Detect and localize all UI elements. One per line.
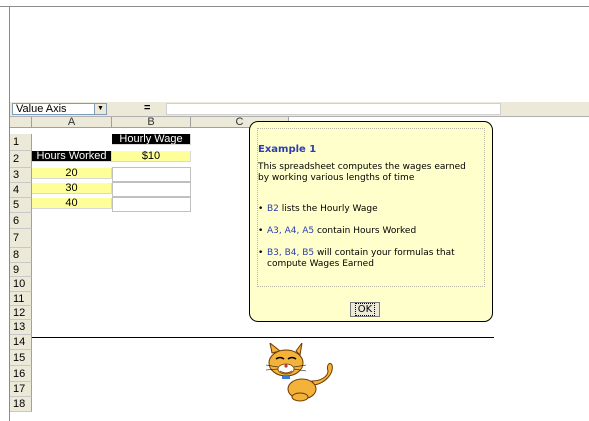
column-header-a[interactable]: A	[32, 117, 112, 128]
row-header-12[interactable]: 12	[10, 306, 32, 320]
row-header-13[interactable]: 13	[10, 320, 32, 335]
cell-reference: B2	[267, 204, 279, 214]
chart-border-line	[32, 337, 494, 338]
row-header-7[interactable]: 7	[10, 229, 32, 248]
cell-reference: B3, B4, B5	[267, 248, 315, 258]
bullet-icon: •	[258, 204, 264, 214]
row-header-15[interactable]: 15	[10, 350, 32, 366]
cell-a3[interactable]: 20	[32, 168, 112, 179]
callout-title: Example 1	[258, 144, 317, 155]
row-header-1[interactable]: 1	[10, 134, 32, 151]
row-header-6[interactable]: 6	[10, 213, 32, 229]
bullet-text: lists the Hourly Wage	[278, 204, 378, 214]
cell-b5[interactable]	[112, 197, 191, 212]
name-box[interactable]: Value Axis ▼	[12, 103, 107, 115]
cell-b3[interactable]	[112, 167, 191, 182]
cat-assistant-icon[interactable]	[254, 343, 340, 403]
row-header-10[interactable]: 10	[10, 277, 32, 292]
name-box-value: Value Axis	[16, 103, 67, 115]
row-header-9[interactable]: 9	[10, 263, 32, 277]
row-header-4[interactable]: 4	[10, 183, 32, 198]
name-box-dropdown-icon[interactable]: ▼	[94, 104, 106, 114]
row-header-11[interactable]: 11	[10, 292, 32, 306]
row-header-3[interactable]: 3	[10, 168, 32, 183]
cell-reference: A3, A4, A5	[267, 226, 315, 236]
ok-button-label: OK	[354, 303, 376, 316]
cell-b1[interactable]: Hourly Wage	[112, 134, 191, 145]
row-header-18[interactable]: 18	[10, 397, 32, 412]
formula-bar: Value Axis ▼ =	[10, 102, 589, 117]
row-header-14[interactable]: 14	[10, 335, 32, 350]
formula-input[interactable]	[166, 103, 501, 115]
row-header-16[interactable]: 16	[10, 366, 32, 382]
bullet-text: contain Hours Worked	[314, 226, 417, 236]
cell-a5[interactable]: 40	[32, 198, 112, 209]
column-header-b[interactable]: B	[112, 117, 191, 128]
row-header-2[interactable]: 2	[10, 151, 32, 168]
callout-description: This spreadsheet computes the wages earn…	[258, 162, 466, 183]
callout-bullet: • B3, B4, B5 will contain your formulas t…	[258, 248, 478, 270]
ok-button[interactable]: OK	[350, 302, 380, 317]
window-top-edge	[0, 0, 589, 7]
callout-bullet: • A3, A4, A5 contain Hours Worked	[258, 226, 478, 237]
row-header-17[interactable]: 17	[10, 382, 32, 397]
cell-b2[interactable]: $10	[112, 151, 191, 162]
cell-b4[interactable]	[112, 182, 191, 197]
callout-bullet: • B2 lists the Hourly Wage	[258, 204, 478, 215]
row-header-8[interactable]: 8	[10, 248, 32, 263]
bullet-icon: •	[258, 248, 264, 258]
cell-a4[interactable]: 30	[32, 183, 112, 194]
callout-bullet-list: • B2 lists the Hourly Wage • A3, A4, A5 co…	[258, 204, 478, 281]
bullet-icon: •	[258, 226, 264, 236]
select-all-corner[interactable]	[10, 117, 32, 128]
row-header-5[interactable]: 5	[10, 198, 32, 213]
cell-a2[interactable]: Hours Worked	[32, 151, 112, 162]
formula-equals-sign: =	[144, 102, 151, 114]
assistant-callout: Example 1 This spreadsheet computes the …	[249, 121, 493, 322]
